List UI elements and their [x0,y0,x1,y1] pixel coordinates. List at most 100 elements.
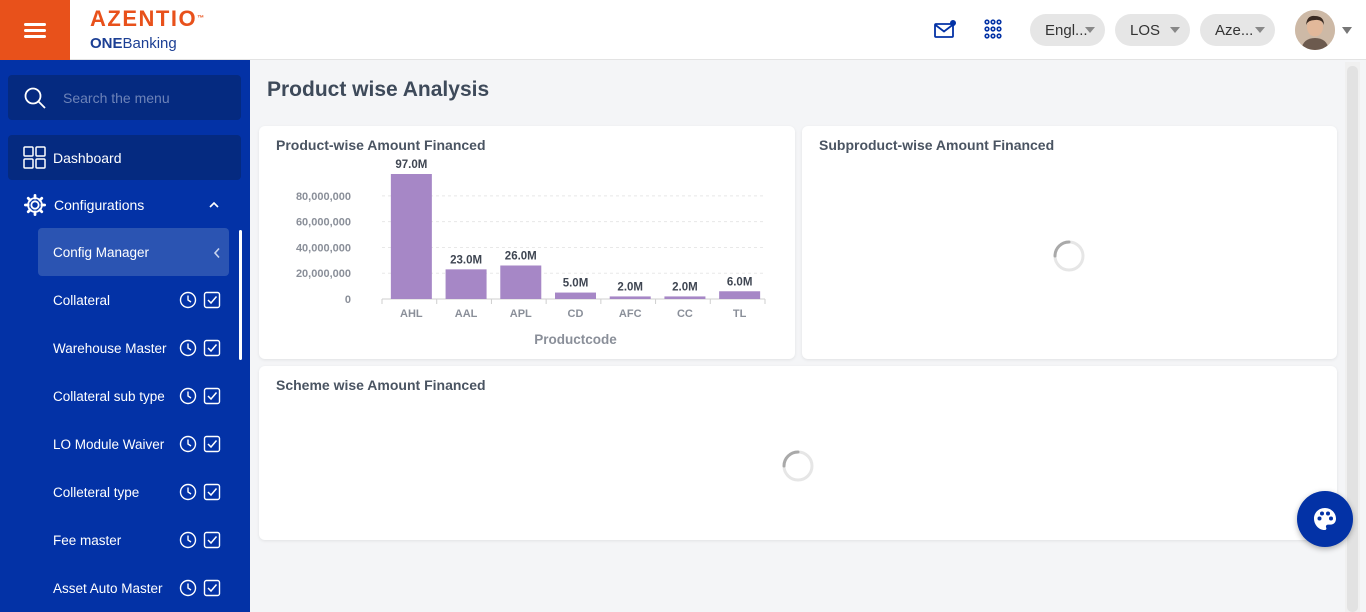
entity-select[interactable]: Aze... [1200,14,1275,46]
chevron-down-icon [1170,27,1180,33]
loading-spinner-icon [782,450,814,482]
apps-grid-icon[interactable] [982,18,1006,42]
sidebar-subitem[interactable]: Warehouse Master [38,326,229,370]
history-clock-icon[interactable] [179,387,197,405]
sidebar-item-label: Configurations [54,197,145,213]
bar [390,174,432,299]
sidebar-subitem[interactable]: Collateral [38,278,229,322]
hamburger-icon [24,23,46,38]
chevron-up-icon [209,201,219,208]
entity-value: Aze... [1215,21,1254,39]
bar-data-label: 2.0M [672,281,698,293]
palette-icon [1314,508,1336,530]
page-title: Product wise Analysis [267,78,490,101]
x-tick-label: CD [568,308,584,320]
sidebar-item-label: Collateral [53,292,111,308]
menu-search-input[interactable] [63,87,233,109]
logo-sub-bold: ONE [90,35,123,52]
x-tick-label: APL [510,308,532,320]
history-clock-icon[interactable] [179,531,197,549]
sidebar-scrollbar[interactable] [239,230,242,360]
search-icon [24,87,46,109]
bar-data-label: 23.0M [450,254,482,266]
sidebar-item-label: Colleteral type [53,484,140,500]
theme-palette-button[interactable] [1297,491,1353,547]
scheme-wise-card: Scheme wise Amount Financed [259,366,1337,540]
card-title: Subproduct-wise Amount Financed [819,137,1055,153]
sidebar-subitem[interactable]: Colleteral type [38,470,229,514]
x-axis-title: Productcode [534,332,617,347]
sidebar-item-label: Fee master [53,532,122,548]
bar [609,296,651,299]
dashboard-icon [23,146,46,169]
user-menu-chevron-icon[interactable] [1342,27,1352,34]
sidebar-item-label: Collateral sub type [53,388,165,404]
logo-sub-rest: Banking [122,35,177,52]
x-tick-label: AHL [400,308,423,320]
azentio-logo: AZENTIO™ ONEBanking [90,6,206,52]
y-tick-label: 0 [345,294,351,306]
checkbox-icon[interactable] [203,531,221,549]
history-clock-icon[interactable] [179,435,197,453]
chevron-down-icon [1255,27,1265,33]
chevron-down-icon [1085,27,1095,33]
sidebar-item-label: Asset Auto Master [53,580,163,596]
sidebar-item-config-manager[interactable]: Config Manager [38,228,229,276]
history-clock-icon[interactable] [179,579,197,597]
gear-icon [24,194,46,216]
y-tick-label: 60,000,000 [296,217,351,229]
sidebar-subitem[interactable]: LO Module Waiver [38,422,229,466]
hamburger-menu-button[interactable] [0,0,70,60]
history-clock-icon[interactable] [179,339,197,357]
bar-data-label: 97.0M [395,159,427,171]
sidebar-item-dashboard[interactable]: Dashboard [8,135,241,180]
checkbox-icon[interactable] [203,387,221,405]
history-clock-icon[interactable] [179,291,197,309]
bar [500,265,542,299]
bar [555,292,596,299]
loading-spinner-icon [1053,240,1085,272]
checkbox-icon[interactable] [203,291,221,309]
bar-data-label: 2.0M [617,281,643,293]
sidebar: Dashboard Configurations Config Manager … [0,60,250,612]
x-tick-label: AAL [455,308,478,320]
sidebar-subitem[interactable]: Asset Auto Master [38,566,229,610]
sidebar-item-label: LO Module Waiver [53,436,165,452]
sidebar-item-label: Dashboard [53,149,122,166]
y-tick-label: 80,000,000 [296,191,351,203]
logo-text: AZENTIO [90,6,198,31]
y-tick-label: 20,000,000 [296,268,351,280]
mail-notification-icon[interactable] [933,18,957,42]
x-tick-label: AFC [619,308,642,320]
bar-data-label: 26.0M [505,250,537,262]
sidebar-subitem[interactable]: Collateral sub type [38,374,229,418]
module-select[interactable]: LOS [1115,14,1190,46]
x-tick-label: CC [677,308,693,320]
sidebar-subitem[interactable]: Fee master [38,518,229,562]
top-header: AZENTIO™ ONEBanking Engl... LOS Aze... [0,0,1366,60]
sidebar-item-label: Warehouse Master [53,340,167,356]
subproduct-wise-card: Subproduct-wise Amount Financed [802,126,1337,359]
menu-search[interactable] [8,75,241,120]
bar [445,269,487,299]
user-avatar-icon [1295,10,1335,50]
chevron-left-icon [213,247,220,259]
bar [664,296,706,299]
bar-data-label: 6.0M [727,276,753,288]
user-avatar[interactable] [1295,10,1335,50]
sidebar-item-configurations[interactable]: Configurations [8,184,241,226]
y-tick-label: 40,000,000 [296,242,351,254]
checkbox-icon[interactable] [203,483,221,501]
sidebar-item-label: Config Manager [53,244,150,260]
card-title: Scheme wise Amount Financed [276,377,486,393]
history-clock-icon[interactable] [179,483,197,501]
module-value: LOS [1130,21,1161,39]
x-tick-label: TL [733,308,747,320]
product-bar-chart: 0 20,000,000 40,000,000 60,000,000 80,000,00… [296,159,766,347]
language-select[interactable]: Engl... [1030,14,1105,46]
checkbox-icon[interactable] [203,339,221,357]
language-value: Engl... [1045,21,1088,39]
checkbox-icon[interactable] [203,579,221,597]
checkbox-icon[interactable] [203,435,221,453]
bar-data-label: 5.0M [563,278,589,290]
